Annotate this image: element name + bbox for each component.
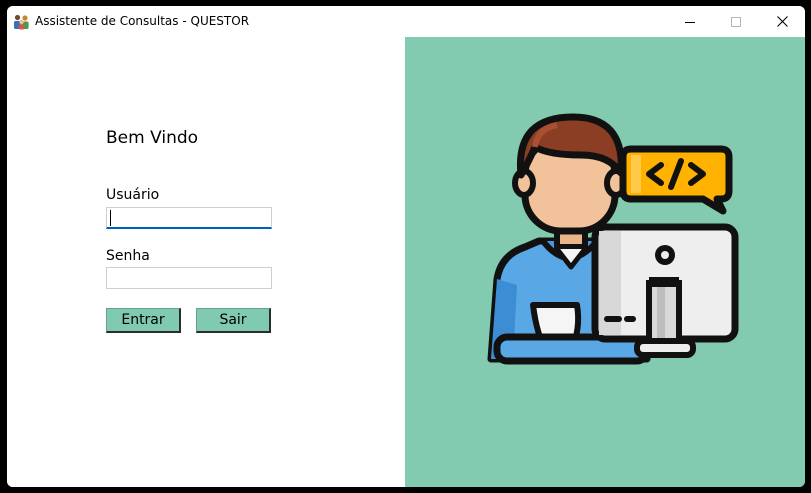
enter-button[interactable]: Entrar [106, 308, 181, 333]
username-input[interactable] [106, 207, 272, 229]
minimize-button[interactable] [667, 6, 713, 37]
password-label: Senha [106, 248, 150, 264]
maximize-button[interactable] [713, 6, 759, 37]
password-input[interactable] [106, 267, 272, 289]
people-group-icon [13, 13, 30, 30]
illustration-panel [405, 37, 805, 487]
welcome-heading: Bem Vindo [106, 128, 199, 148]
minimize-icon [685, 21, 695, 23]
developer-at-computer-icon [487, 113, 739, 365]
login-panel: Bem Vindo Usuário Senha Entrar Sair [7, 37, 405, 487]
text-caret [110, 210, 111, 226]
close-icon [776, 16, 788, 27]
exit-button[interactable]: Sair [196, 308, 271, 333]
app-window: Assistente de Consultas - QUESTOR Bem Vi… [7, 6, 805, 487]
close-button[interactable] [759, 6, 805, 37]
title-bar[interactable]: Assistente de Consultas - QUESTOR [7, 6, 805, 37]
maximize-icon [731, 16, 741, 27]
username-label: Usuário [106, 187, 160, 203]
window-title: Assistente de Consultas - QUESTOR [35, 14, 250, 28]
